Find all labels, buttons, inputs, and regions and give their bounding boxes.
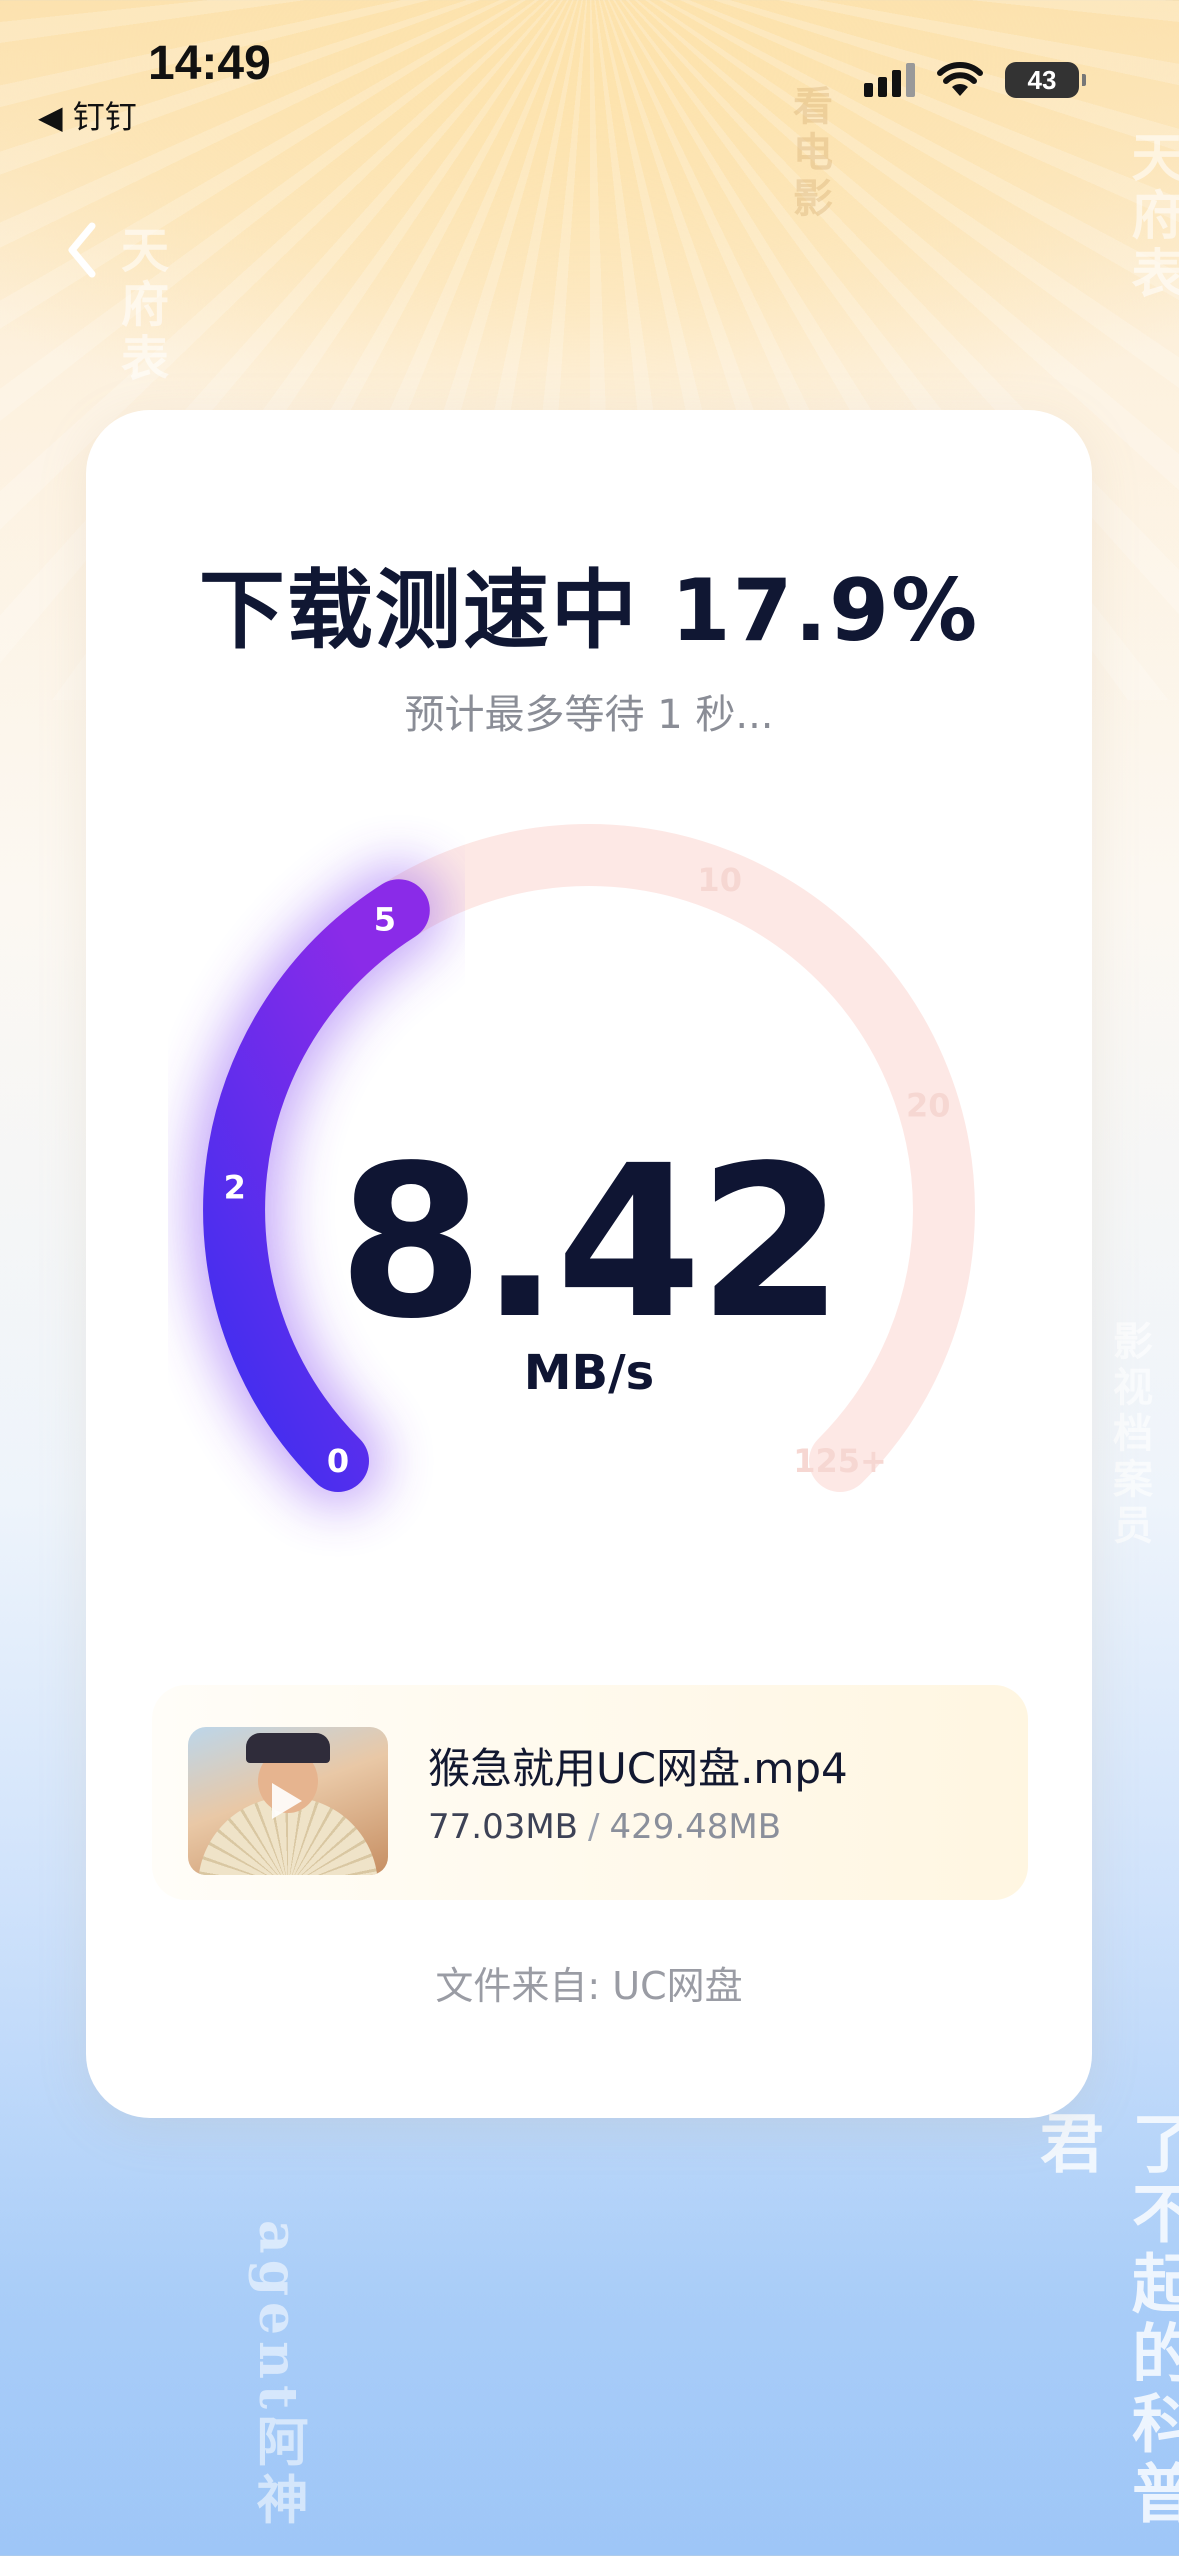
bg-text-right-mid: 影视档案员 — [1106, 1320, 1153, 1550]
speed-value: 8.42 — [337, 1120, 844, 1365]
gauge-tick-label: 125+ — [793, 1442, 887, 1480]
page-title: 下载测速中 17.9% — [198, 561, 980, 661]
size-separator: / — [588, 1807, 600, 1847]
file-info[interactable]: 猴急就用UC网盘.mp4 77.03MB/429.48MB — [152, 1685, 1028, 1900]
wifi-icon — [937, 62, 983, 96]
file-source: 文件来自: UC网盘 — [435, 1964, 743, 2008]
play-icon — [272, 1783, 302, 1819]
gauge-tick-label: 0 — [327, 1442, 349, 1480]
cellular-signal-icon — [864, 63, 915, 97]
file-size: 77.03MB/429.48MB — [428, 1807, 781, 1847]
back-to-app-link[interactable]: ◀ 钉钉 — [38, 92, 137, 138]
file-name: 猴急就用UC网盘.mp4 — [428, 1744, 848, 1793]
bg-text-left-top: 天府表 — [112, 225, 168, 387]
bg-text-left-bottom: agent阿神 — [247, 2220, 308, 2531]
status-time: 14:49 — [148, 37, 271, 90]
back-chevron-icon[interactable] — [62, 220, 102, 280]
gauge-tick-label: 5 — [374, 901, 396, 939]
bg-text-right-top: 天府表 — [1122, 130, 1179, 304]
status-icons: 43 — [864, 62, 1086, 98]
downloaded-size: 77.03MB — [428, 1807, 578, 1847]
speed-test-card: 下载测速中 17.9% 预计最多等待 1 秒... 0 2 5 10 20 125+ 8.… — [86, 410, 1092, 2118]
estimate-text: 预计最多等待 1 秒... — [404, 692, 774, 738]
battery-indicator: 43 — [1005, 62, 1086, 98]
bg-text-right-movie: 看电影 — [786, 85, 833, 223]
thumbnail-hat — [246, 1733, 330, 1763]
gauge-tick-label: 10 — [697, 861, 742, 899]
total-size: 429.48MB — [609, 1807, 782, 1847]
video-thumbnail[interactable] — [188, 1727, 388, 1875]
gauge-tick-label: 20 — [906, 1087, 951, 1125]
bg-text-right-bottom: 了不起的科普君 — [1029, 2110, 1179, 2530]
speed-unit: MB/s — [523, 1345, 655, 1401]
